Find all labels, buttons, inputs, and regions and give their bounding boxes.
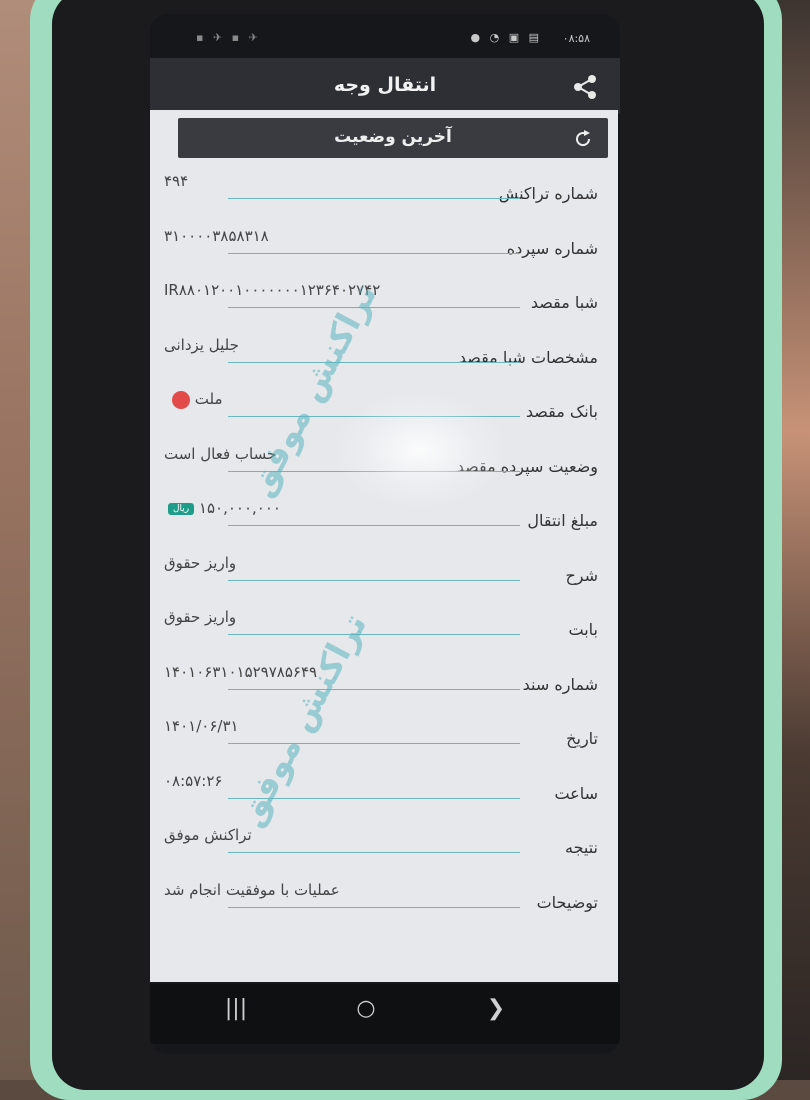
page-title: انتقال وجه bbox=[333, 74, 437, 96]
app-bar: انتقال وجه bbox=[150, 58, 620, 114]
row-divider bbox=[228, 906, 520, 908]
row-purpose: بابت واریز حقوق bbox=[158, 600, 598, 655]
screen-glare bbox=[330, 390, 510, 510]
row-divider bbox=[228, 198, 520, 199]
row-divider bbox=[228, 688, 520, 690]
home-button[interactable]: ○ bbox=[346, 996, 386, 1026]
bank-name: ملت bbox=[194, 390, 223, 408]
row-value: واریز حقوق bbox=[164, 553, 237, 572]
status-bar: ▪ ✈ ▪ ✈ ● ◔ ▣ ▤ ۰۸:۵۸ bbox=[150, 28, 620, 50]
row-transaction-number: شماره تراکنش ۴۹۴ bbox=[158, 164, 598, 219]
section-header: آخرین وضعیت bbox=[178, 118, 608, 158]
phone-screen: ▪ ✈ ▪ ✈ ● ◔ ▣ ▤ ۰۸:۵۸ انتقال وجه آخرین و… bbox=[150, 14, 620, 1054]
row-label: مشخصات شبا مقصد bbox=[458, 347, 598, 367]
row-label: بانک مقصد bbox=[525, 402, 598, 421]
refresh-icon[interactable] bbox=[572, 128, 594, 150]
row-value: واریز حقوق bbox=[164, 608, 237, 626]
status-icons-right: ● ◔ ▣ ▤ bbox=[470, 31, 542, 44]
row-divider bbox=[228, 361, 520, 363]
row-value-container: ۱۵۰,۰۰۰,۰۰۰ ریال bbox=[164, 499, 281, 517]
back-button[interactable]: ❯ bbox=[476, 996, 516, 1026]
row-value: ۴۹۴ bbox=[164, 172, 189, 190]
status-icons-left: ▪ ✈ ▪ ✈ bbox=[196, 31, 261, 44]
row-document-number: شماره سند ۱۴۰۱۰۶۳۱۰۱۵۲۹۷۸۵۶۴۹ bbox=[158, 655, 598, 710]
row-date: تاریخ ۱۴۰۱/۰۶/۳۱ bbox=[158, 709, 598, 764]
row-value: جلیل یزدانی bbox=[164, 335, 239, 354]
row-value: عملیات با موفقیت انجام شد bbox=[164, 880, 340, 899]
row-label: شبا مقصد bbox=[530, 293, 598, 312]
row-label: ساعت bbox=[554, 783, 598, 803]
row-result: نتیجه تراکنش موفق bbox=[158, 818, 598, 873]
row-label: مبلغ انتقال bbox=[527, 511, 598, 530]
amount-value: ۱۵۰,۰۰۰,۰۰۰ bbox=[198, 499, 281, 517]
row-label: بابت bbox=[568, 620, 599, 639]
system-nav-bar: ||| ○ ❯ bbox=[150, 984, 620, 1044]
row-value: ۳۱۰۰۰۰۳۸۵۸۳۱۸ bbox=[164, 226, 269, 245]
row-divider bbox=[228, 579, 520, 581]
row-notes: توضیحات عملیات با موفقیت انجام شد bbox=[158, 873, 598, 928]
row-value-container: ملت bbox=[164, 390, 223, 409]
row-time: ساعت ۰۸:۵۷:۲۶ bbox=[158, 764, 598, 819]
section-title: آخرین وضعیت bbox=[334, 127, 452, 147]
row-divider bbox=[228, 525, 520, 526]
row-value: ۱۴۰۱/۰۶/۳۱ bbox=[164, 717, 239, 735]
row-divider bbox=[228, 634, 520, 635]
row-label: شماره سند bbox=[522, 674, 598, 694]
currency-badge: ریال bbox=[168, 502, 195, 515]
row-value: ۰۸:۵۷:۲۶ bbox=[164, 771, 223, 790]
row-label: شماره تراکنش bbox=[498, 184, 598, 203]
row-label: نتیجه bbox=[564, 838, 598, 857]
row-deposit-number: شماره سپرده ۳۱۰۰۰۰۳۸۵۸۳۱۸ bbox=[158, 219, 598, 274]
row-value: تراکنش موفق bbox=[164, 826, 252, 844]
receipt-rows: شماره تراکنش ۴۹۴ شماره سپرده ۳۱۰۰۰۰۳۸۵۸۳… bbox=[158, 164, 598, 927]
status-time: ۰۸:۵۸ bbox=[562, 32, 590, 45]
bank-logo-icon bbox=[172, 390, 190, 409]
row-divider bbox=[228, 852, 520, 853]
row-label: شرح bbox=[565, 565, 598, 585]
row-label: تاریخ bbox=[566, 729, 598, 748]
row-divider bbox=[228, 252, 520, 254]
row-value: ۱۴۰۱۰۶۳۱۰۱۵۲۹۷۸۵۶۴۹ bbox=[164, 662, 318, 681]
share-icon[interactable] bbox=[570, 72, 600, 102]
recent-apps-button[interactable]: ||| bbox=[216, 996, 256, 1026]
row-label: شماره سپرده bbox=[506, 238, 598, 258]
row-label: توضیحات bbox=[536, 892, 598, 912]
row-iban-owner: مشخصات شبا مقصد جلیل یزدانی bbox=[158, 328, 598, 383]
row-description: شرح واریز حقوق bbox=[158, 546, 598, 601]
